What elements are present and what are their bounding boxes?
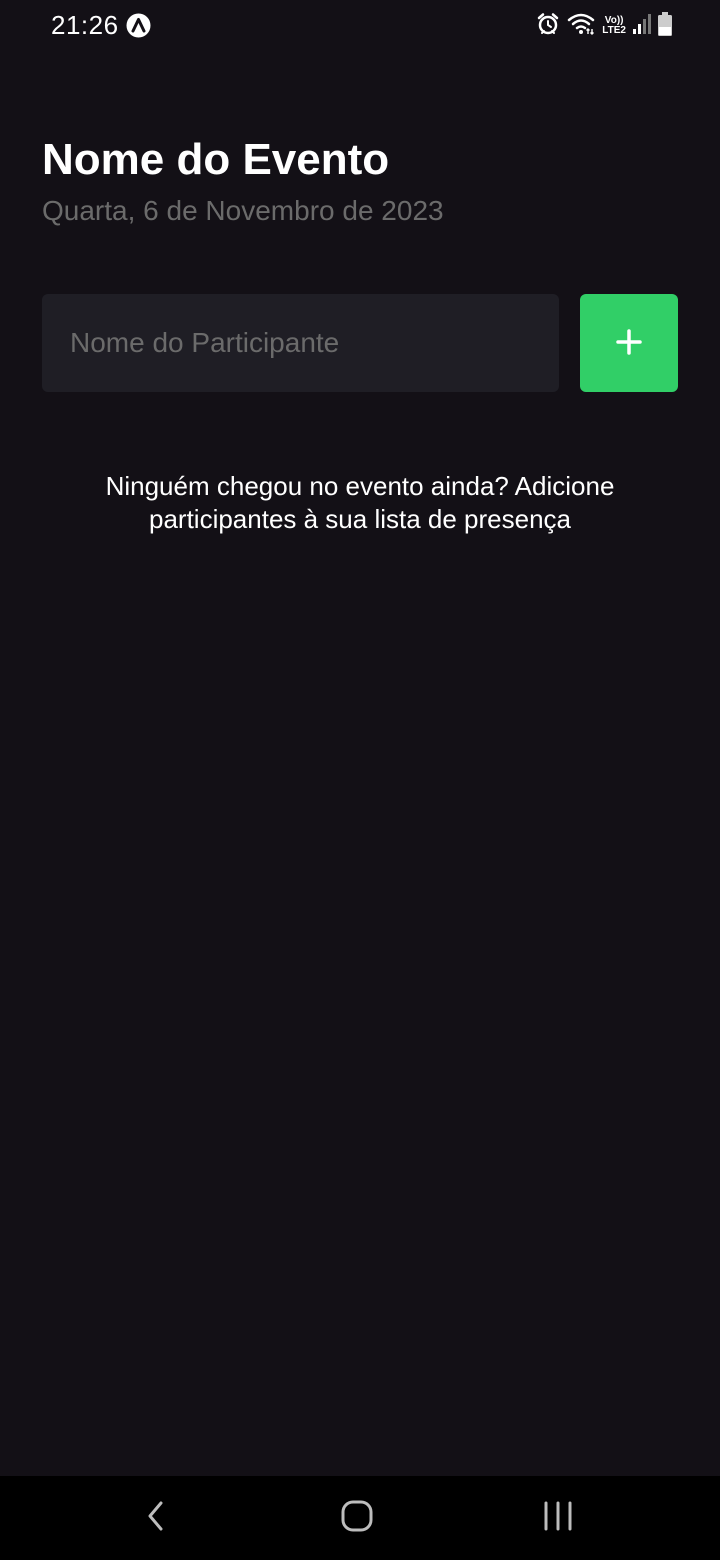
home-button[interactable] — [327, 1498, 387, 1538]
recent-apps-button[interactable] — [528, 1498, 588, 1538]
plus-icon — [616, 328, 642, 358]
empty-list-message: Ninguém chegou no evento ainda? Adicione… — [105, 471, 615, 534]
back-chevron-icon — [146, 1500, 166, 1537]
event-date: Quarta, 6 de Novembro de 2023 — [42, 195, 444, 226]
recent-apps-icon — [542, 1501, 574, 1536]
battery-icon — [658, 11, 672, 41]
arc-app-icon — [126, 13, 151, 38]
home-icon — [340, 1499, 374, 1538]
status-icons: Vo)) LTE2 — [536, 11, 672, 41]
signal-icon — [633, 13, 651, 40]
status-bar: 21:26 Vo)) LTE2 — [0, 0, 720, 52]
event-title: Nome do Evento — [42, 135, 390, 184]
lte-label: LTE2 — [602, 25, 626, 36]
participant-name-input[interactable] — [42, 294, 559, 392]
navigation-bar — [0, 1476, 720, 1560]
status-time: 21:26 — [51, 10, 119, 40]
wifi-icon — [567, 12, 595, 41]
alarm-icon — [536, 12, 560, 41]
volte-lte-icon: Vo)) LTE2 — [602, 16, 626, 36]
back-button[interactable] — [126, 1498, 186, 1538]
add-participant-button[interactable] — [580, 294, 678, 392]
